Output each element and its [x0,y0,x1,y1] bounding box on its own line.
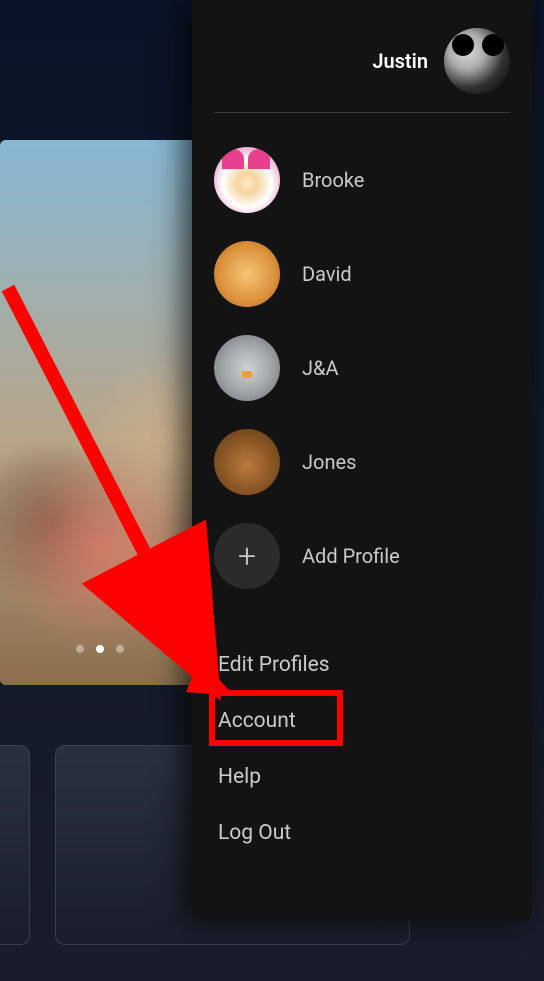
profile-item-jones[interactable]: Jones [214,415,510,509]
add-profile-label: Add Profile [302,544,400,568]
menu-edit-profiles[interactable]: Edit Profiles [214,637,510,693]
hero-content-card[interactable] [0,140,200,685]
profile-item-david[interactable]: David [214,227,510,321]
divider [214,112,510,113]
profile-item-ja[interactable]: J&A [214,321,510,415]
avatar-mater-icon [214,429,280,495]
brand-tile-edge[interactable] [0,745,30,945]
carousel-dot[interactable] [76,645,84,653]
current-profile-name: Justin [372,49,428,73]
avatar-minnie-icon [214,147,280,213]
carousel-dot[interactable] [116,645,124,653]
menu-account[interactable]: Account [214,693,510,749]
menu-help[interactable]: Help [214,749,510,805]
menu-log-out[interactable]: Log Out [214,805,510,861]
profile-label: Jones [302,450,356,474]
profile-item-brooke[interactable]: Brooke [214,133,510,227]
profile-label: J&A [302,356,339,380]
carousel-dot-active[interactable] [96,645,104,653]
add-profile-button[interactable]: + Add Profile [214,509,510,603]
plus-icon: + [214,523,280,589]
current-profile[interactable]: Justin [214,28,510,112]
avatar-penguin-icon [214,335,280,401]
profile-label: David [302,262,352,286]
carousel-dots [76,645,124,653]
profile-dropdown: Justin Brooke David J&A Jones + Add Prof… [192,0,532,920]
avatar-simba-icon [214,241,280,307]
profile-label: Brooke [302,168,364,192]
avatar-mickey-icon [444,28,510,94]
menu-links: Edit Profiles Account Help Log Out [214,637,510,861]
